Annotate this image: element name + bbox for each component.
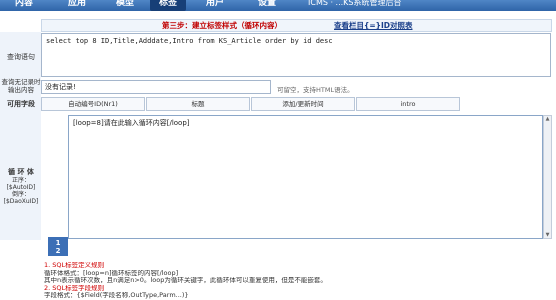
editor-scrollbar[interactable]: ▲ ▼ — [543, 115, 552, 239]
nav-tab-content[interactable]: 内容 — [6, 0, 42, 11]
scroll-up-icon[interactable]: ▲ — [545, 116, 550, 122]
loop-desc-label: 倒序： — [11, 191, 30, 198]
nav-tab-apps[interactable]: 应用 — [62, 0, 92, 11]
label-column — [0, 32, 41, 240]
loop-desc-tag: [$DaoXuID] — [3, 198, 39, 205]
no-record-label: 查询无记录时输出内容 — [1, 78, 41, 94]
rule-text: 字段格式：{$Field(字段名称,OutType,Parm...)} — [44, 292, 189, 300]
nav-tab-settings[interactable]: 设置 — [252, 0, 282, 11]
rule-text: 循环体格式：[loop=n]循环标签的内容[/loop] — [44, 269, 179, 277]
field-button-adddate[interactable]: 添加/更新时间 — [251, 97, 355, 111]
no-record-input[interactable]: 没有记录! — [41, 80, 271, 94]
rule-heading-2: 2. SQL标签字段规则 — [44, 284, 105, 292]
nav-tab-users[interactable]: 用户 — [200, 0, 230, 11]
scroll-down-icon[interactable]: ▼ — [545, 232, 550, 238]
loop-label: 循 环 体 — [8, 168, 34, 176]
field-button-intro[interactable]: intro — [356, 97, 460, 111]
nav-tab-tags[interactable]: 标签 — [150, 0, 186, 11]
rule-heading-1: 1. SQL标签定义规则 — [44, 262, 105, 269]
line-number-gutter: 1 2 — [48, 237, 68, 256]
query-label: 查询语句 — [7, 53, 35, 61]
field-button-title[interactable]: 标题 — [146, 97, 250, 111]
field-button-autoid[interactable]: 自动编号ID(Nr1) — [41, 97, 145, 111]
step-title: 第三步：建立标签样式（循环内容） — [162, 21, 282, 30]
no-record-hint: 可留空，支持HTML语法。 — [277, 86, 354, 94]
rule-text: 其中n表示循环次数，且n满足n>0。loop为循环关键字，此循环体可以重复使用，… — [44, 277, 327, 285]
column-id-table-link[interactable]: 查看栏目{=}ID对照表 — [334, 20, 412, 32]
loop-content-editor[interactable]: [loop=8]请在此输入循环内容[/loop] — [68, 115, 543, 239]
field-buttons: 自动编号ID(Nr1) 标题 添加/更新时间 intro — [41, 97, 552, 111]
loop-asc-tag: [$AutoID] — [6, 184, 36, 191]
loop-asc-label: 正序： — [11, 177, 30, 184]
line-number: 2 — [55, 247, 61, 255]
line-number: 1 — [55, 239, 61, 247]
nav-tab-models[interactable]: 模型 — [110, 0, 140, 11]
step-header: 第三步：建立标签样式（循环内容） 查看栏目{=}ID对照表 — [41, 19, 552, 32]
fields-label: 可用字段 — [7, 100, 35, 108]
sql-query-textarea[interactable]: select top 8 ID,Title,Adddate,Intro from… — [41, 33, 551, 77]
top-nav-bar: 内容 应用 模型 标签 用户 设置 ICMS · ...KS系统管理后台 — [0, 0, 556, 11]
top-notice: ICMS · ...KS系统管理后台 — [308, 0, 402, 7]
rules-help: 1. SQL标签定义规则 循环体格式：[loop=n]循环标签的内容[/loop… — [44, 262, 554, 300]
